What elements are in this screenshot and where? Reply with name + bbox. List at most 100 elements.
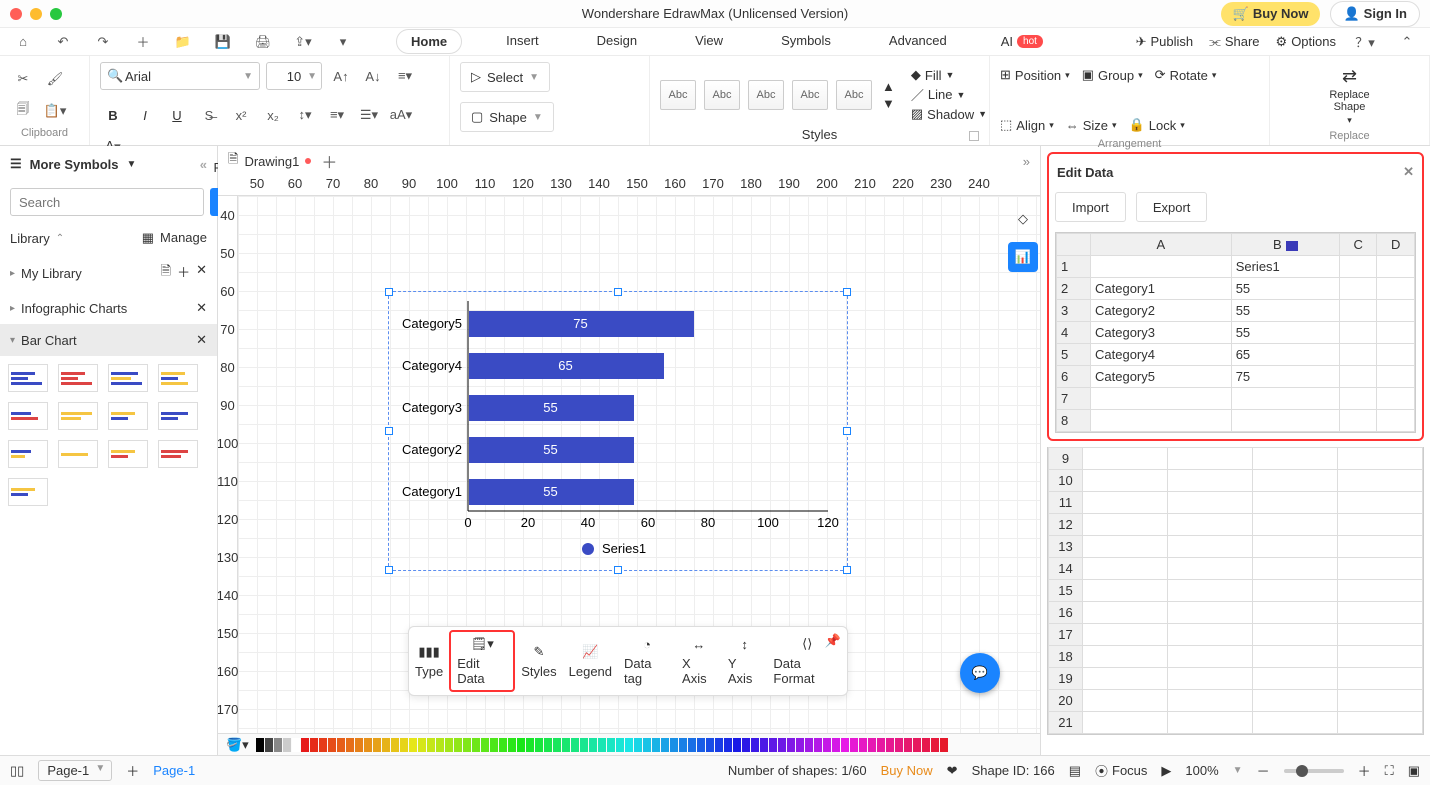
- color-swatch[interactable]: [355, 738, 363, 752]
- paint-bucket-icon[interactable]: 🪣▾: [226, 737, 249, 753]
- color-swatch[interactable]: [553, 738, 561, 752]
- focus-button[interactable]: ⦿Focus: [1095, 761, 1147, 780]
- row-header[interactable]: 3: [1057, 300, 1091, 322]
- edit-data-button[interactable]: 🗒▾Edit Data: [449, 630, 515, 692]
- col-header[interactable]: C: [1339, 234, 1377, 256]
- grid-cell[interactable]: Category1: [1091, 278, 1232, 300]
- grid-cell[interactable]: [1253, 690, 1338, 712]
- grid-cell[interactable]: 65: [1231, 344, 1339, 366]
- grid-cell[interactable]: [1338, 558, 1423, 580]
- sign-in-button[interactable]: 👤 Sign In: [1330, 1, 1420, 27]
- color-swatch[interactable]: [850, 738, 858, 752]
- grid-cell[interactable]: [1339, 366, 1377, 388]
- style-preset[interactable]: Abc: [792, 80, 828, 110]
- page-tab[interactable]: Page-1: [153, 763, 195, 778]
- subscript-icon[interactable]: x₂: [260, 102, 286, 128]
- chart-thumb[interactable]: [58, 364, 98, 392]
- style-preset[interactable]: Abc: [660, 80, 696, 110]
- x-axis-button[interactable]: ↔X Axis: [676, 633, 722, 690]
- color-swatch[interactable]: [265, 738, 273, 752]
- data-grid[interactable]: ABCD1Series12Category1553Category2554Cat…: [1055, 232, 1416, 433]
- add-lib-icon[interactable]: ＋: [177, 262, 190, 284]
- my-library-row[interactable]: ▸ My Library 🗎＋✕: [0, 254, 217, 292]
- color-swatch[interactable]: [625, 738, 633, 752]
- underline-icon[interactable]: U: [164, 102, 190, 128]
- color-swatch[interactable]: [607, 738, 615, 752]
- row-header[interactable]: 8: [1057, 410, 1091, 432]
- color-swatch[interactable]: [805, 738, 813, 752]
- minimize-window-icon[interactable]: [30, 8, 42, 20]
- align-button[interactable]: ⬚Align▾: [1000, 112, 1054, 138]
- chart-thumb[interactable]: [8, 440, 48, 468]
- grid-cell[interactable]: [1083, 646, 1168, 668]
- grid-cell[interactable]: [1338, 624, 1423, 646]
- grid-cell[interactable]: [1253, 668, 1338, 690]
- font-family-select[interactable]: 🔍 Arial ▼: [100, 62, 260, 90]
- zoom-in-button[interactable]: ＋: [1358, 761, 1371, 780]
- grid-cell[interactable]: [1083, 514, 1168, 536]
- color-swatch[interactable]: [832, 738, 840, 752]
- data-grid-extra[interactable]: 9101112131415161718192021: [1047, 447, 1424, 735]
- grid-cell[interactable]: [1168, 646, 1253, 668]
- bar-chart-row[interactable]: ▾ Bar Chart ✕: [0, 324, 217, 356]
- color-swatch[interactable]: [877, 738, 885, 752]
- grid-cell[interactable]: [1338, 448, 1423, 470]
- color-swatch[interactable]: [634, 738, 642, 752]
- color-swatch[interactable]: [283, 738, 291, 752]
- row-header[interactable]: 1: [1057, 256, 1091, 278]
- grid-cell[interactable]: [1168, 492, 1253, 514]
- grid-cell[interactable]: [1253, 712, 1338, 734]
- grid-cell[interactable]: [1253, 492, 1338, 514]
- color-swatch[interactable]: [787, 738, 795, 752]
- layers-icon[interactable]: ▤: [1069, 763, 1081, 779]
- grid-cell[interactable]: [1168, 712, 1253, 734]
- row-header[interactable]: 7: [1057, 388, 1091, 410]
- color-swatch[interactable]: [337, 738, 345, 752]
- grid-cell[interactable]: [1168, 536, 1253, 558]
- import-button[interactable]: Import: [1055, 192, 1126, 222]
- grid-cell[interactable]: [1338, 602, 1423, 624]
- color-swatch[interactable]: [328, 738, 336, 752]
- col-header[interactable]: D: [1377, 234, 1415, 256]
- superscript-icon[interactable]: x²: [228, 102, 254, 128]
- tab-ai[interactable]: AI hot: [1001, 34, 1043, 49]
- bold-icon[interactable]: B: [100, 102, 126, 128]
- styles-down-icon[interactable]: ▼: [882, 96, 895, 111]
- color-swatch[interactable]: [463, 738, 471, 752]
- grid-cell[interactable]: [1339, 388, 1377, 410]
- grid-cell[interactable]: [1339, 300, 1377, 322]
- tab-home[interactable]: Home: [396, 29, 462, 54]
- color-swatch[interactable]: [868, 738, 876, 752]
- color-swatch[interactable]: [319, 738, 327, 752]
- chart-thumb[interactable]: [108, 440, 148, 468]
- buy-now-button[interactable]: 🛒 Buy Now: [1221, 2, 1321, 26]
- color-swatch[interactable]: [724, 738, 732, 752]
- color-swatch[interactable]: [904, 738, 912, 752]
- grid-cell[interactable]: [1377, 278, 1415, 300]
- grid-cell[interactable]: [1377, 300, 1415, 322]
- chart-thumb[interactable]: [8, 402, 48, 430]
- export-icon[interactable]: ⇪▾: [290, 29, 316, 55]
- strike-icon[interactable]: S̶: [196, 102, 222, 128]
- share-button[interactable]: ⫘Share: [1209, 34, 1259, 50]
- chart-thumb[interactable]: [58, 402, 98, 430]
- chart-type-button[interactable]: ▮▮▮Type: [409, 640, 449, 683]
- color-swatch[interactable]: [796, 738, 804, 752]
- color-swatch[interactable]: [472, 738, 480, 752]
- tab-symbols[interactable]: Symbols: [767, 29, 845, 54]
- grid-cell[interactable]: [1253, 624, 1338, 646]
- chart-thumb[interactable]: [108, 364, 148, 392]
- color-swatch[interactable]: [661, 738, 669, 752]
- color-swatch[interactable]: [364, 738, 372, 752]
- row-header[interactable]: 11: [1049, 492, 1083, 514]
- fill-button[interactable]: ◆Fill▼: [911, 67, 987, 83]
- row-header[interactable]: 20: [1049, 690, 1083, 712]
- grid-cell[interactable]: [1339, 256, 1377, 278]
- grid-cell[interactable]: [1168, 624, 1253, 646]
- grid-cell[interactable]: [1083, 624, 1168, 646]
- canvas[interactable]: 75Category565Category455Category355Categ…: [238, 196, 1040, 733]
- color-swatch[interactable]: [436, 738, 444, 752]
- grid-cell[interactable]: [1083, 536, 1168, 558]
- style-preset[interactable]: Abc: [748, 80, 784, 110]
- maximize-window-icon[interactable]: [50, 8, 62, 20]
